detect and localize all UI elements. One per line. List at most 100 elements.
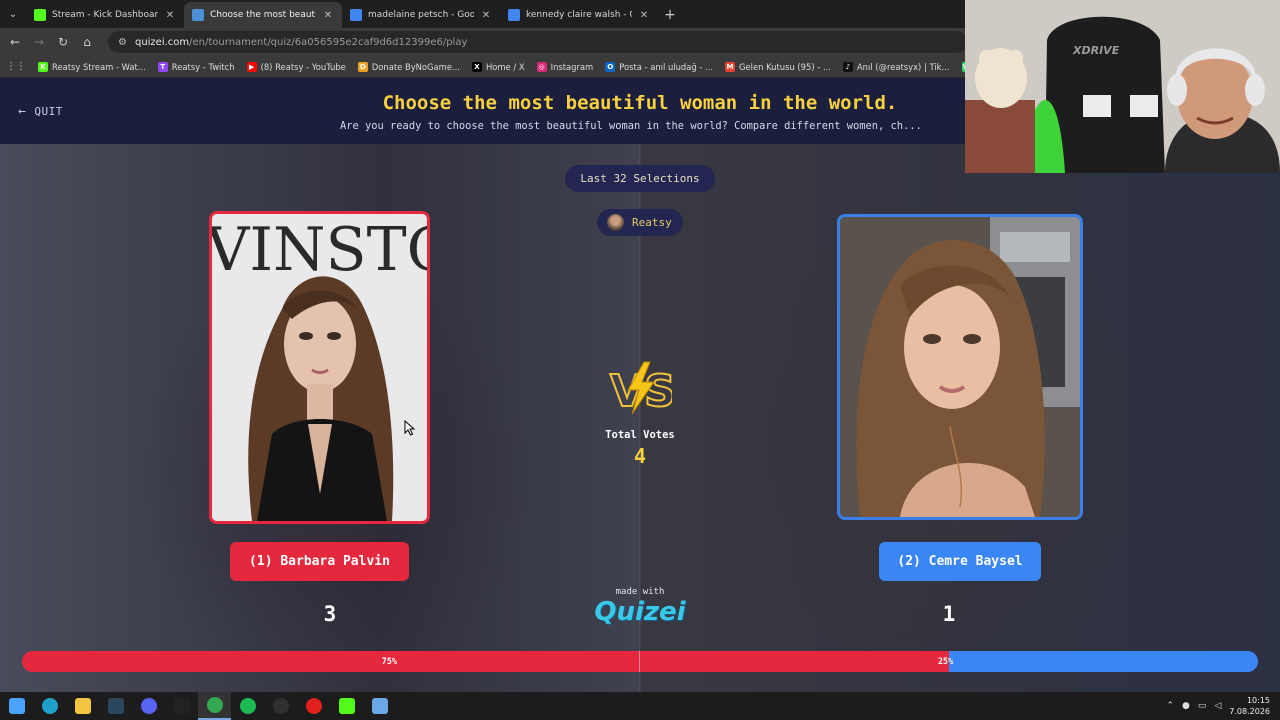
- close-tab-icon[interactable]: ✕: [164, 10, 176, 21]
- screen: ⌄ Stream - Kick Dashboard ✕ Choose the mos…: [0, 0, 1280, 720]
- taskbar-app-button[interactable]: [33, 692, 66, 720]
- taskbar-app-button[interactable]: [330, 692, 363, 720]
- vote-share-bar: 75% 25%: [22, 651, 1258, 672]
- user-badge[interactable]: Reatsy: [597, 209, 683, 236]
- bookmark-label: (8) Reatsy - YouTube: [260, 61, 346, 72]
- bookmark-item[interactable]: X Home / X: [471, 61, 525, 72]
- back-button[interactable]: ←: [6, 33, 24, 51]
- close-tab-icon[interactable]: ✕: [322, 10, 334, 21]
- chrome-icon: [206, 697, 223, 713]
- browser-tab[interactable]: kennedy claire walsh - Google'da ✕: [500, 2, 658, 28]
- apps-grid-icon[interactable]: ⋮⋮: [6, 61, 26, 72]
- bookmark-icon: M: [725, 61, 736, 72]
- bookmark-item[interactable]: O Posta - anıl uludağ - ...: [605, 61, 714, 72]
- browser-tab[interactable]: Choose the most beautiful wom ✕: [184, 2, 342, 28]
- left-choice-label: (1) Barbara Palvin: [249, 554, 390, 569]
- close-tab-icon[interactable]: ✕: [638, 10, 650, 21]
- vs-lightning-icon: VS: [609, 361, 672, 416]
- address-bar[interactable]: ⚙ quizei.com/en/tournament/quiz/6a056595…: [108, 31, 968, 53]
- taskbar-app-button[interactable]: [132, 692, 165, 720]
- taskbar-apps: [0, 692, 396, 720]
- taskbar-app-button[interactable]: [66, 692, 99, 720]
- bookmark-label: Home / X: [485, 61, 525, 72]
- windows-taskbar: ⌃ ● ▭ ◁ 10:15 7.08.2026: [0, 692, 1280, 720]
- bookmark-label: Donate ByNoGame...: [371, 61, 460, 72]
- bookmark-item[interactable]: T Reatsy - Twitch: [157, 61, 235, 72]
- file-explorer-icon: [74, 698, 91, 714]
- volume-icon[interactable]: ◁: [1214, 701, 1221, 711]
- right-candidate-photo[interactable]: [837, 214, 1083, 520]
- opera-icon: [305, 698, 322, 714]
- obs-icon: [272, 698, 289, 714]
- taskbar-app-button[interactable]: [198, 692, 231, 720]
- home-button[interactable]: ⌂: [78, 33, 96, 51]
- right-percent: 25%: [938, 656, 954, 666]
- left-share-fill: [22, 651, 949, 672]
- left-candidate-photo[interactable]: VINSTO: [209, 211, 430, 524]
- kick-icon: [34, 9, 46, 21]
- webcam-overlay: XDRIVE: [965, 0, 1280, 173]
- bookmark-item[interactable]: M Gelen Kutusu (95) - ...: [725, 61, 831, 72]
- quizei-logo[interactable]: Quizei: [580, 597, 700, 627]
- made-with-label: made with: [615, 587, 665, 597]
- bookmark-label: Instagram: [550, 61, 594, 72]
- mouse-cursor-icon: [404, 420, 416, 436]
- kick-app-icon: [338, 698, 355, 714]
- bookmark-item[interactable]: D Donate ByNoGame...: [357, 61, 460, 72]
- capcut-icon: [173, 698, 190, 714]
- choose-right-button[interactable]: (2) Cemre Baysel: [879, 542, 1041, 581]
- bookmark-label: Posta - anıl uludağ - ...: [619, 61, 714, 72]
- system-tray: ⌃ ● ▭ ◁ 10:15 7.08.2026: [1166, 692, 1270, 720]
- taskbar-clock[interactable]: 10:15 7.08.2026: [1229, 695, 1270, 717]
- microphone-icon[interactable]: ●: [1182, 701, 1190, 711]
- chevron-up-icon[interactable]: ⌃: [1166, 701, 1174, 711]
- bookmark-item[interactable]: ◎ Instagram: [536, 61, 594, 72]
- avatar: [607, 214, 624, 231]
- bookmark-label: Reatsy Stream - Wat...: [52, 61, 146, 72]
- taskbar-app-button[interactable]: [363, 692, 396, 720]
- left-percent: 75%: [381, 656, 397, 666]
- taskbar-app-button[interactable]: [0, 692, 33, 720]
- url-path: /en/tournament/quiz/6a056595e2caf9d6d123…: [189, 36, 468, 48]
- taskbar-app-button[interactable]: [165, 692, 198, 720]
- reload-button[interactable]: ↻: [54, 33, 72, 51]
- bookmark-item[interactable]: ▶ (8) Reatsy - YouTube: [246, 61, 346, 72]
- browser-tab[interactable]: madelaine petsch - Google'da A ✕: [342, 2, 500, 28]
- taskbar-app-button[interactable]: [231, 692, 264, 720]
- last-selections-button[interactable]: Last 32 Selections: [565, 165, 715, 192]
- bookmark-icon: K: [38, 61, 48, 72]
- arrow-right-icon: →: [33, 35, 45, 49]
- spotify-icon: [239, 698, 256, 714]
- discord-icon: [140, 698, 157, 714]
- tab-title: madelaine petsch - Google'da A: [368, 10, 474, 20]
- forward-button[interactable]: →: [30, 33, 48, 51]
- bookmark-label: Gelen Kutusu (95) - ...: [739, 61, 831, 72]
- arrow-left-icon: ←: [9, 35, 21, 49]
- network-icon[interactable]: ▭: [1198, 701, 1207, 711]
- bookmark-item[interactable]: ♪ Anıl (@reatsyx) | Tik...: [842, 61, 950, 72]
- tab-title: Stream - Kick Dashboard: [52, 10, 158, 20]
- left-photo-illustration: VINSTO: [212, 214, 427, 521]
- user-name: Reatsy: [632, 216, 672, 229]
- steam-icon: [107, 698, 124, 714]
- choose-left-button[interactable]: (1) Barbara Palvin: [230, 542, 409, 581]
- new-tab-button[interactable]: +: [658, 2, 682, 28]
- taskbar-app-button[interactable]: [99, 692, 132, 720]
- tab-search-button[interactable]: ⌄: [0, 0, 26, 28]
- plus-icon: +: [664, 7, 676, 23]
- browser-tab[interactable]: Stream - Kick Dashboard ✕: [26, 2, 184, 28]
- taskbar-app-button[interactable]: [297, 692, 330, 720]
- webcam-scene: XDRIVE: [965, 0, 1280, 173]
- left-vote-count: 3: [323, 602, 337, 626]
- taskbar-app-button[interactable]: [264, 692, 297, 720]
- tab-title: Choose the most beautiful wom: [210, 10, 316, 20]
- close-tab-icon[interactable]: ✕: [480, 10, 492, 21]
- site-info-icon[interactable]: ⚙: [118, 37, 127, 48]
- bookmark-item[interactable]: K Reatsy Stream - Wat...: [38, 61, 146, 72]
- google-icon: [508, 9, 520, 21]
- chair-brand: XDRIVE: [1072, 44, 1120, 57]
- bookmark-list: K Reatsy Stream - Wat... T Reatsy - Twitch ▶…: [38, 61, 1092, 72]
- bookmark-icon: ♪: [842, 61, 853, 72]
- url-host: quizei.com: [134, 36, 190, 48]
- backdrop-letters: VINSTO: [212, 215, 427, 285]
